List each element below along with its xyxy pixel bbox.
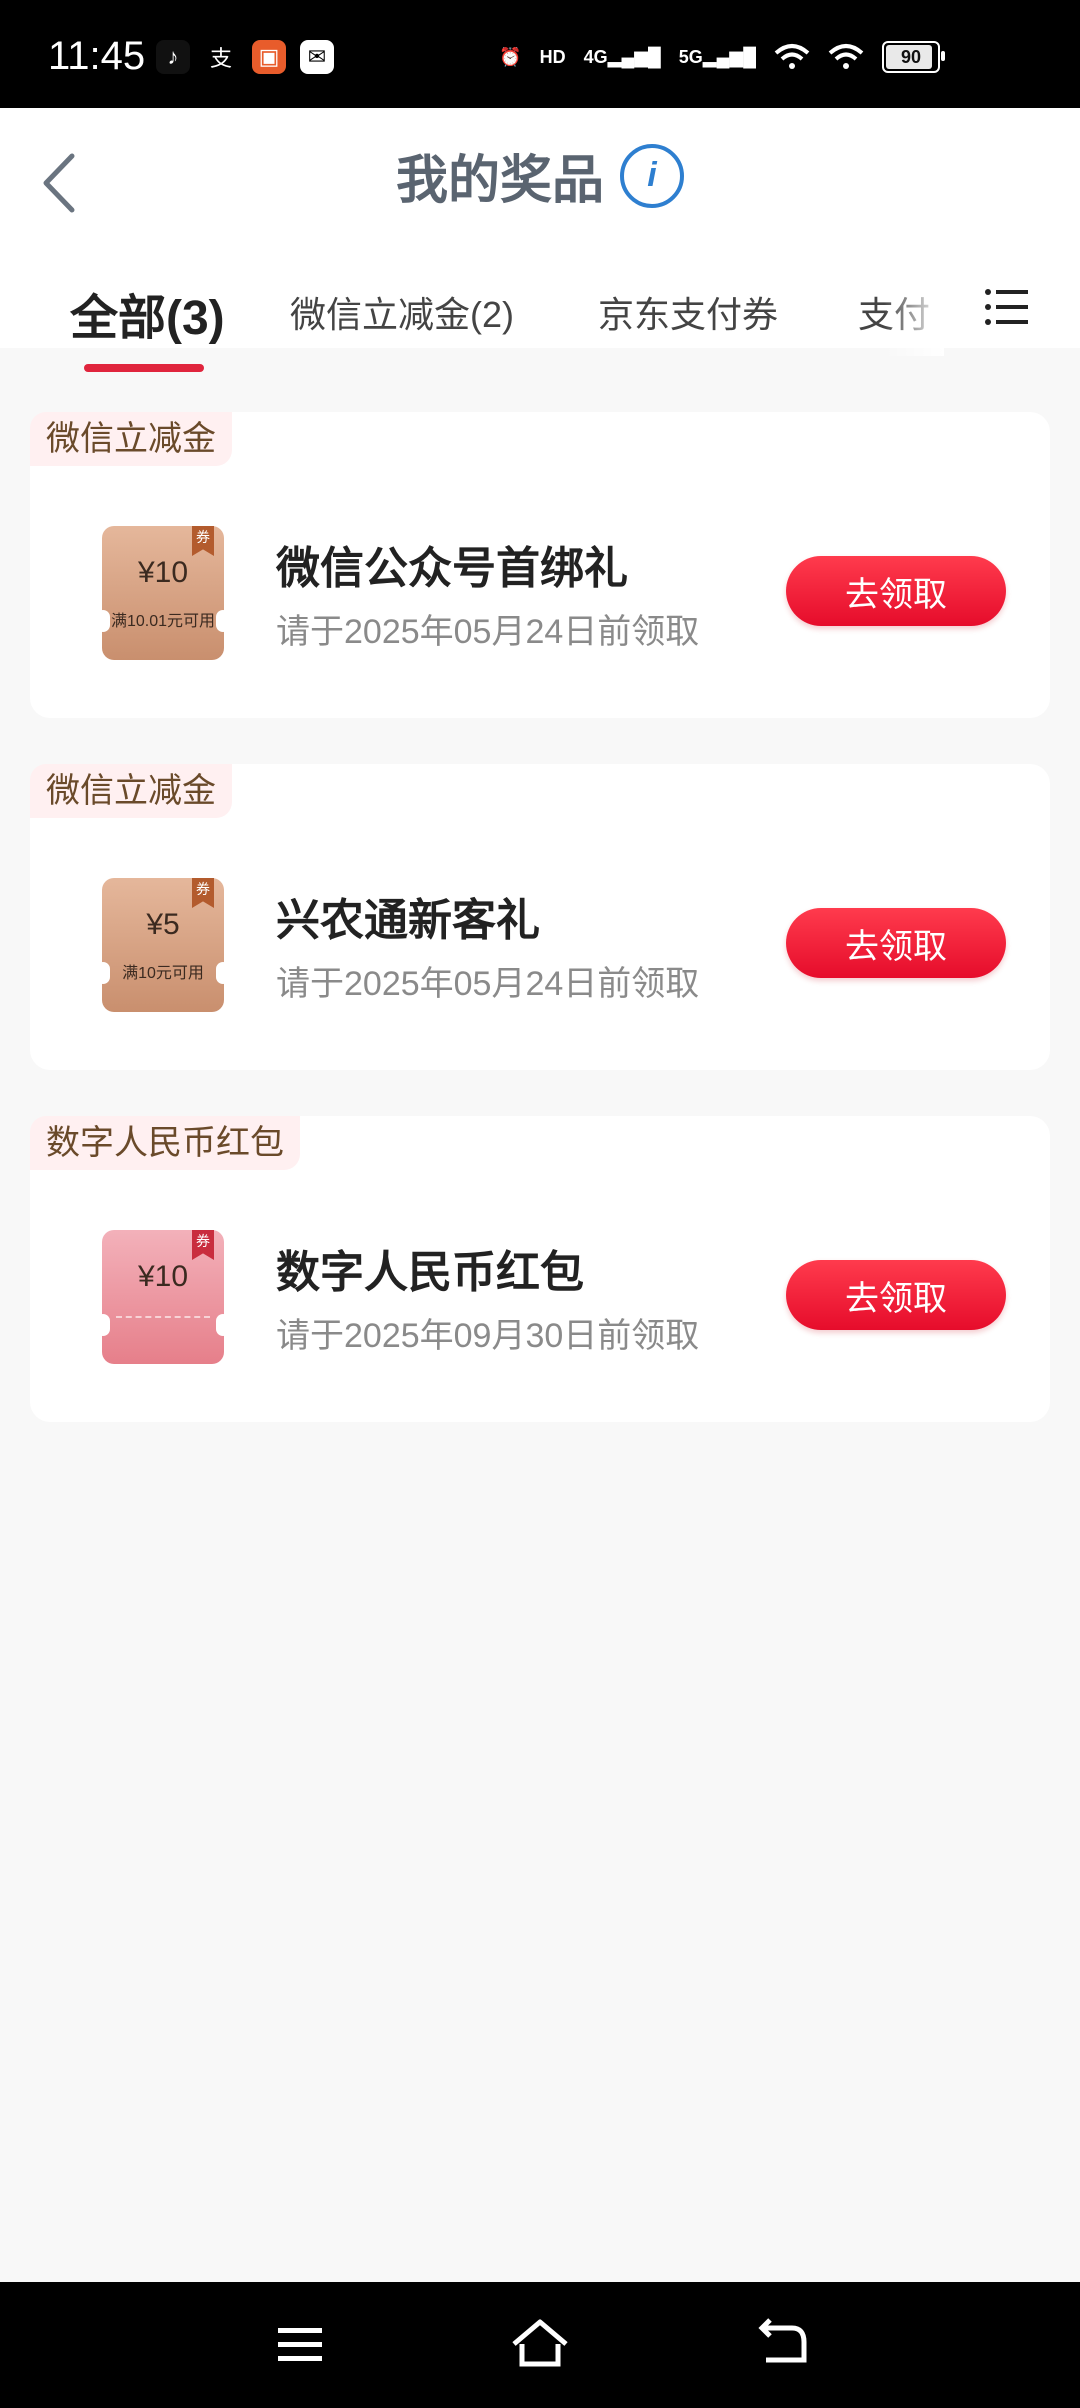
list-menu-icon: [985, 289, 1028, 325]
coupon-condition: 满10.01元可用: [110, 613, 216, 630]
recent-apps-button[interactable]: [270, 2316, 330, 2372]
alarm-icon: ⏰: [499, 46, 522, 67]
coupon-ticket: 券 ¥5 满10元可用: [96, 878, 230, 1012]
claim-button[interactable]: 去领取: [786, 1260, 1006, 1330]
coupon-amount: ¥10: [137, 556, 189, 589]
prize-title: 数字人民币红包: [276, 1248, 584, 1297]
coupon-amount: ¥10: [137, 1260, 189, 1293]
4g-signal-icon: 4G▂▄▆█: [583, 46, 661, 67]
info-icon[interactable]: i: [620, 143, 684, 208]
status-time: 11:45: [48, 34, 146, 78]
prize-card: 微信立减金 券 ¥5 满10元可用 兴农通新客礼 请于2025年05月24日前领…: [30, 764, 1050, 1070]
home-icon: [512, 2319, 568, 2367]
menu-icon: [278, 2328, 322, 2361]
coupon-badge: 券: [192, 878, 214, 908]
prize-title: 兴农通新客礼: [276, 896, 540, 945]
mail-icon: ✉: [300, 40, 334, 74]
wifi-icon: [774, 40, 810, 74]
home-button[interactable]: [508, 2316, 568, 2372]
prize-deadline: 请于2025年05月24日前领取: [276, 965, 700, 1003]
page-title: 我的奖品: [395, 152, 604, 210]
coupon-badge: 券: [192, 526, 214, 556]
return-icon: [758, 2318, 807, 2363]
tab-wechat-discount[interactable]: 微信立减金(2): [290, 286, 514, 338]
prize-card: 微信立减金 券 ¥10 满10.01元可用 微信公众号首绑礼 请于2025年05…: [30, 412, 1050, 718]
coupon-badge: 券: [192, 1230, 214, 1260]
tiktok-icon: ♪: [156, 40, 190, 74]
battery-level: 90: [900, 46, 922, 67]
coupon-condition: 满10元可用: [122, 965, 204, 982]
coupon-amount: ¥5: [146, 908, 180, 941]
tab-active-indicator: [84, 364, 204, 372]
status-system-icons: ⏰ HD 4G▂▄▆█ 5G▂▄▆█ 90: [499, 40, 945, 74]
prize-title: 微信公众号首绑礼: [276, 544, 628, 593]
card-tag: 微信立减金: [30, 764, 232, 818]
prize-deadline: 请于2025年05月24日前领取: [276, 613, 700, 651]
menu-button[interactable]: [984, 284, 1030, 330]
tab-all[interactable]: 全部(3): [70, 278, 225, 348]
status-bar: 11:45 ♪ 支 ▣ ✉ ⏰ HD 4G▂▄▆█ 5G▂▄▆█ 90: [0, 0, 1080, 108]
tab-fade: [884, 276, 944, 356]
app-icon: ▣: [252, 40, 286, 74]
claim-button[interactable]: 去领取: [786, 556, 1006, 626]
red-envelope-ticket: 券 ¥10: [96, 1230, 230, 1364]
status-app-icons: ♪ 支 ▣ ✉: [156, 40, 334, 74]
claim-button[interactable]: 去领取: [786, 908, 1006, 978]
prize-deadline: 请于2025年09月30日前领取: [276, 1317, 700, 1355]
5g-signal-icon: 5G▂▄▆█: [678, 46, 756, 67]
battery-indicator: 90: [882, 41, 945, 73]
alipay-icon: 支: [209, 46, 232, 71]
prize-card: 数字人民币红包 券 ¥10 数字人民币红包 请于2025年09月30日前领取 去…: [30, 1116, 1050, 1422]
tab-jd-pay-coupon[interactable]: 京东支付券: [598, 286, 778, 338]
hd-icon: HD: [539, 46, 566, 67]
coupon-ticket: 券 ¥10 满10.01元可用: [96, 526, 230, 660]
wifi-icon: [828, 40, 864, 74]
back-nav-button[interactable]: [752, 2316, 812, 2372]
system-nav-bar: [0, 2282, 1080, 2408]
card-tag: 数字人民币红包: [30, 1116, 300, 1170]
card-tag: 微信立减金: [30, 412, 232, 466]
